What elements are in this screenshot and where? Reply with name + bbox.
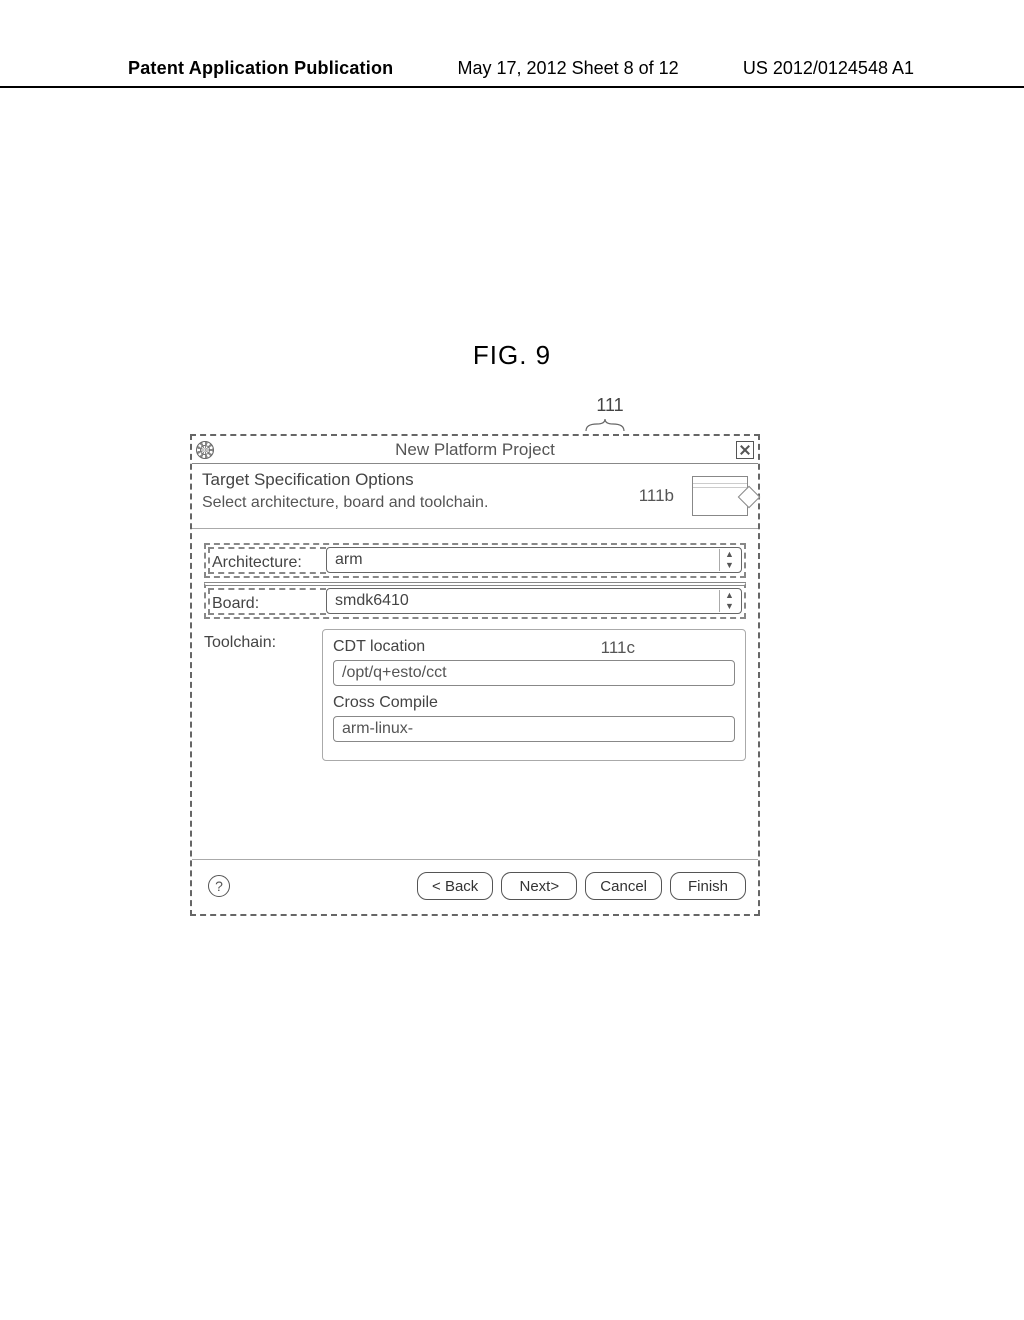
header-left: Patent Application Publication — [128, 58, 393, 79]
figure-label: FIG. 9 — [0, 340, 1024, 371]
architecture-value: arm — [335, 551, 363, 569]
callout-111: 111 — [460, 395, 760, 416]
cross-compile-label: Cross Compile — [333, 694, 735, 712]
callout-111c: 111c — [601, 638, 635, 658]
board-select[interactable]: smdk6410 ▲▼ — [326, 588, 742, 614]
cross-compile-input[interactable]: arm-linux- — [333, 716, 735, 742]
cross-compile-value: arm-linux- — [342, 720, 413, 738]
finish-button[interactable]: Finish — [670, 872, 746, 900]
toolchain-label: Toolchain: — [204, 629, 322, 652]
back-button[interactable]: < Back — [417, 872, 493, 900]
app-icon — [196, 441, 214, 459]
board-row: Board: smdk6410 ▲▼ — [204, 582, 746, 619]
titlebar: New Platform Project — [192, 436, 758, 464]
intro-heading: Target Specification Options — [202, 470, 680, 490]
callout-brace-icon — [585, 418, 625, 432]
architecture-label: Architecture: — [208, 547, 326, 574]
body-spacer — [204, 769, 746, 849]
dialog-body: Architecture: arm ▲▼ Board: smdk6410 ▲▼ — [192, 529, 758, 859]
button-bar: ? < Back Next> Cancel Finish — [192, 859, 758, 914]
page-header: Patent Application Publication May 17, 2… — [0, 58, 1024, 79]
close-icon[interactable] — [736, 441, 754, 459]
next-button[interactable]: Next> — [501, 872, 577, 900]
help-icon[interactable]: ? — [208, 875, 230, 897]
architecture-select[interactable]: arm ▲▼ — [326, 547, 742, 573]
dialog-window: New Platform Project Target Specificatio… — [190, 434, 760, 916]
wizard-decor-icon — [692, 476, 748, 516]
header-rule — [0, 86, 1024, 88]
callout-111b: 111b — [639, 486, 674, 506]
board-value: smdk6410 — [335, 592, 409, 610]
toolchain-group: 111c CDT location /opt/q+esto/cct Cross … — [322, 629, 746, 761]
cancel-button[interactable]: Cancel — [585, 872, 662, 900]
window-title: New Platform Project — [214, 440, 736, 460]
architecture-row: Architecture: arm ▲▼ — [204, 543, 746, 578]
board-label: Board: — [208, 588, 326, 615]
header-middle: May 17, 2012 Sheet 8 of 12 — [458, 58, 679, 79]
toolchain-row: Toolchain: 111c CDT location /opt/q+esto… — [204, 629, 746, 761]
figure-content: 111 New Platform Project Target Specific… — [190, 395, 760, 916]
cdt-location-value: /opt/q+esto/cct — [342, 664, 447, 682]
intro-subheading: Select architecture, board and toolchain… — [202, 494, 680, 512]
header-right: US 2012/0124548 A1 — [743, 58, 914, 79]
spinner-icon[interactable]: ▲▼ — [719, 590, 739, 612]
cdt-location-input[interactable]: /opt/q+esto/cct — [333, 660, 735, 686]
cdt-location-label: CDT location — [333, 638, 735, 656]
intro-panel: Target Specification Options Select arch… — [192, 464, 758, 529]
spinner-icon[interactable]: ▲▼ — [719, 549, 739, 571]
